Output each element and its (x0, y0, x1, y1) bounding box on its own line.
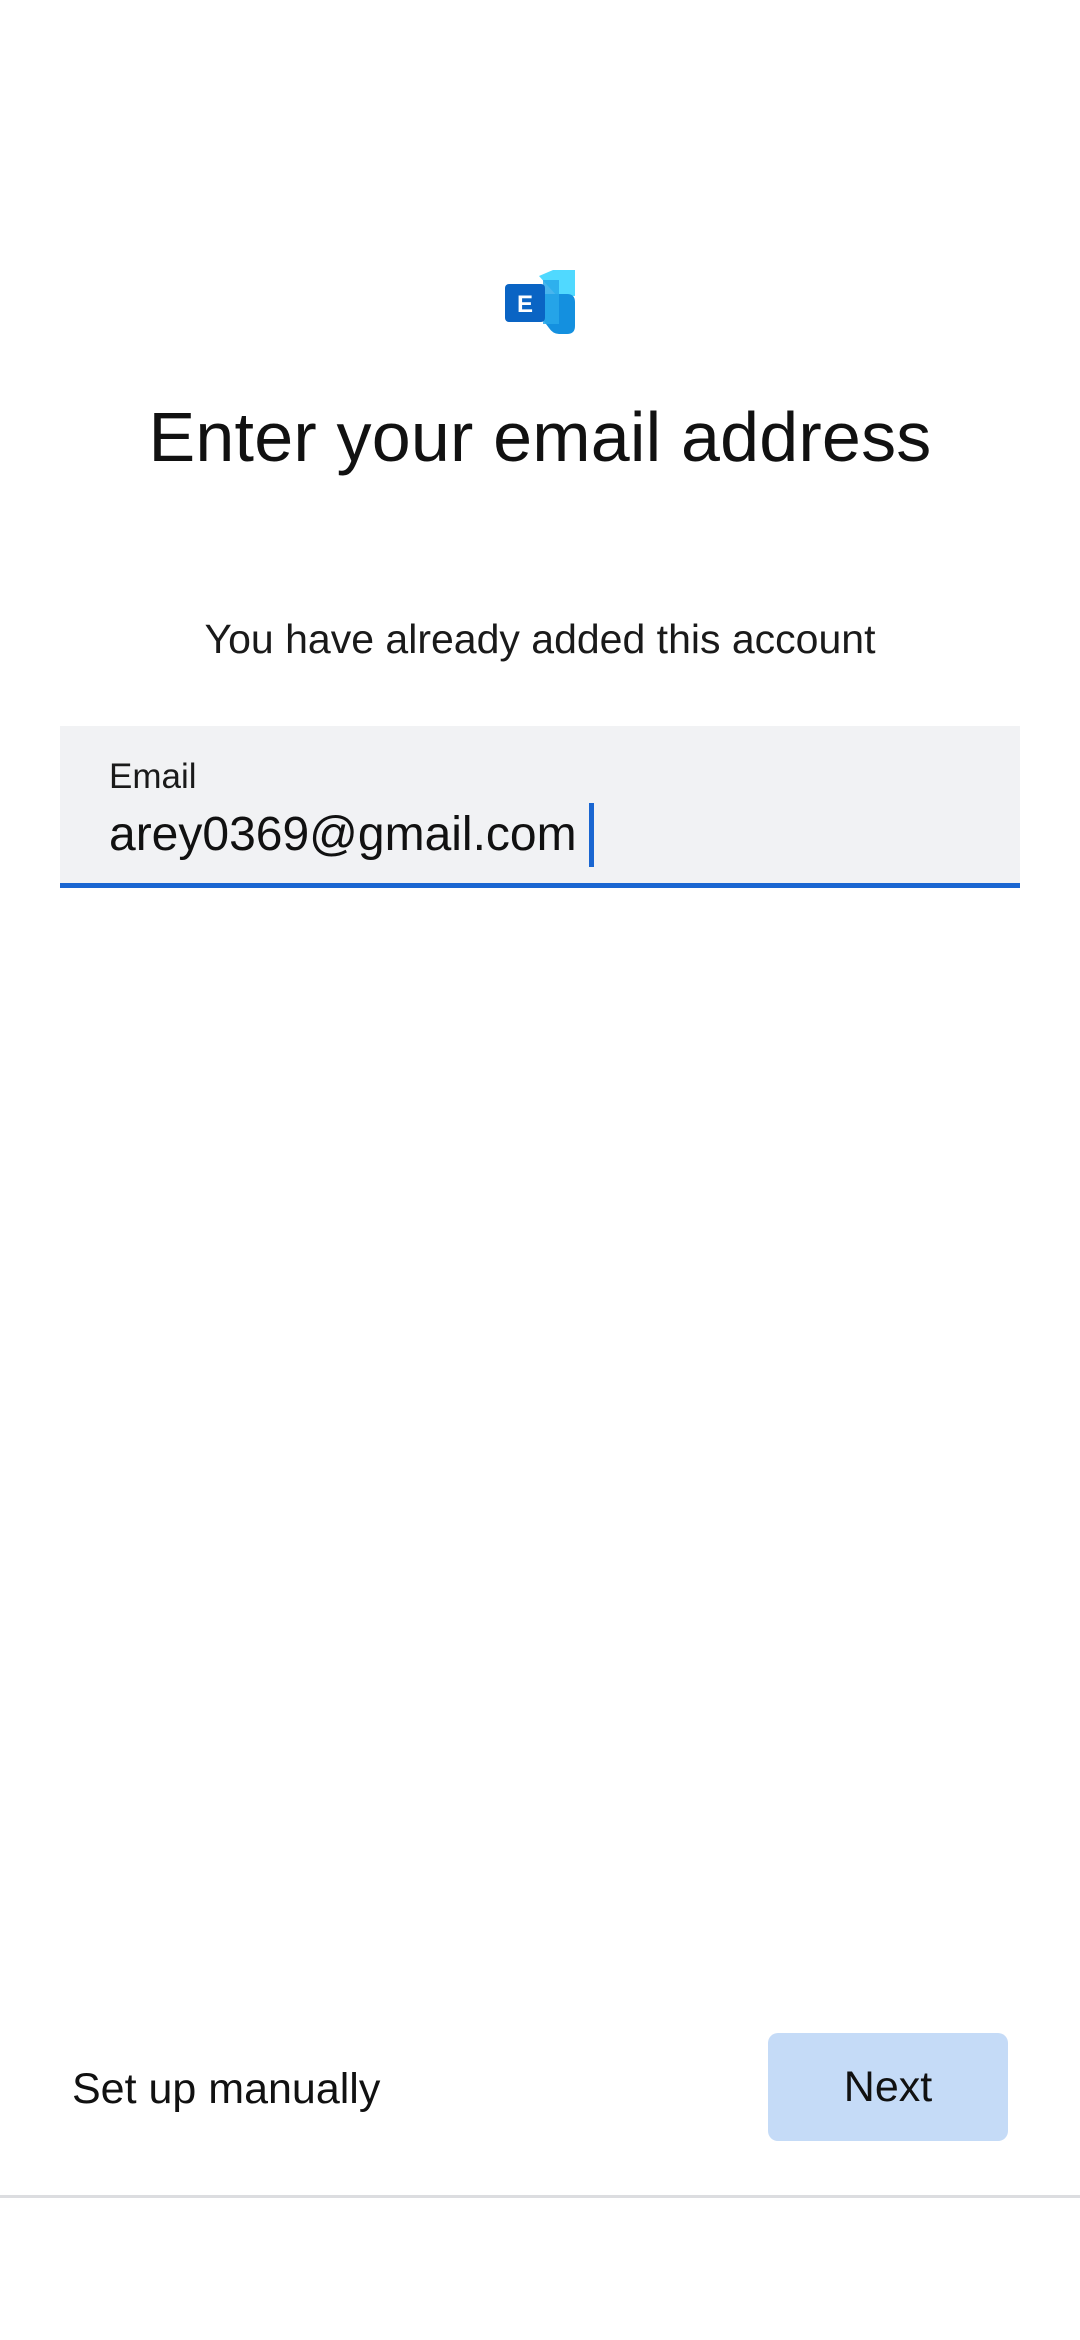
exchange-logo-icon: E (505, 270, 575, 334)
email-input[interactable]: arey0369@gmail.com (109, 803, 594, 867)
next-button[interactable]: Next (768, 2033, 1008, 2141)
email-field-label: Email (109, 757, 197, 796)
status-message: You have already added this account (204, 616, 876, 662)
email-field[interactable]: Email arey0369@gmail.com (60, 726, 1020, 888)
text-cursor (588, 803, 594, 867)
email-input-value: arey0369@gmail.com (109, 808, 577, 861)
set-up-manually-link[interactable]: Set up manually (72, 2061, 380, 2117)
next-button-label: Next (843, 2062, 933, 2111)
logo-letter: E (517, 291, 533, 318)
divider (0, 2195, 1080, 2198)
page-title: Enter your email address (148, 398, 932, 476)
